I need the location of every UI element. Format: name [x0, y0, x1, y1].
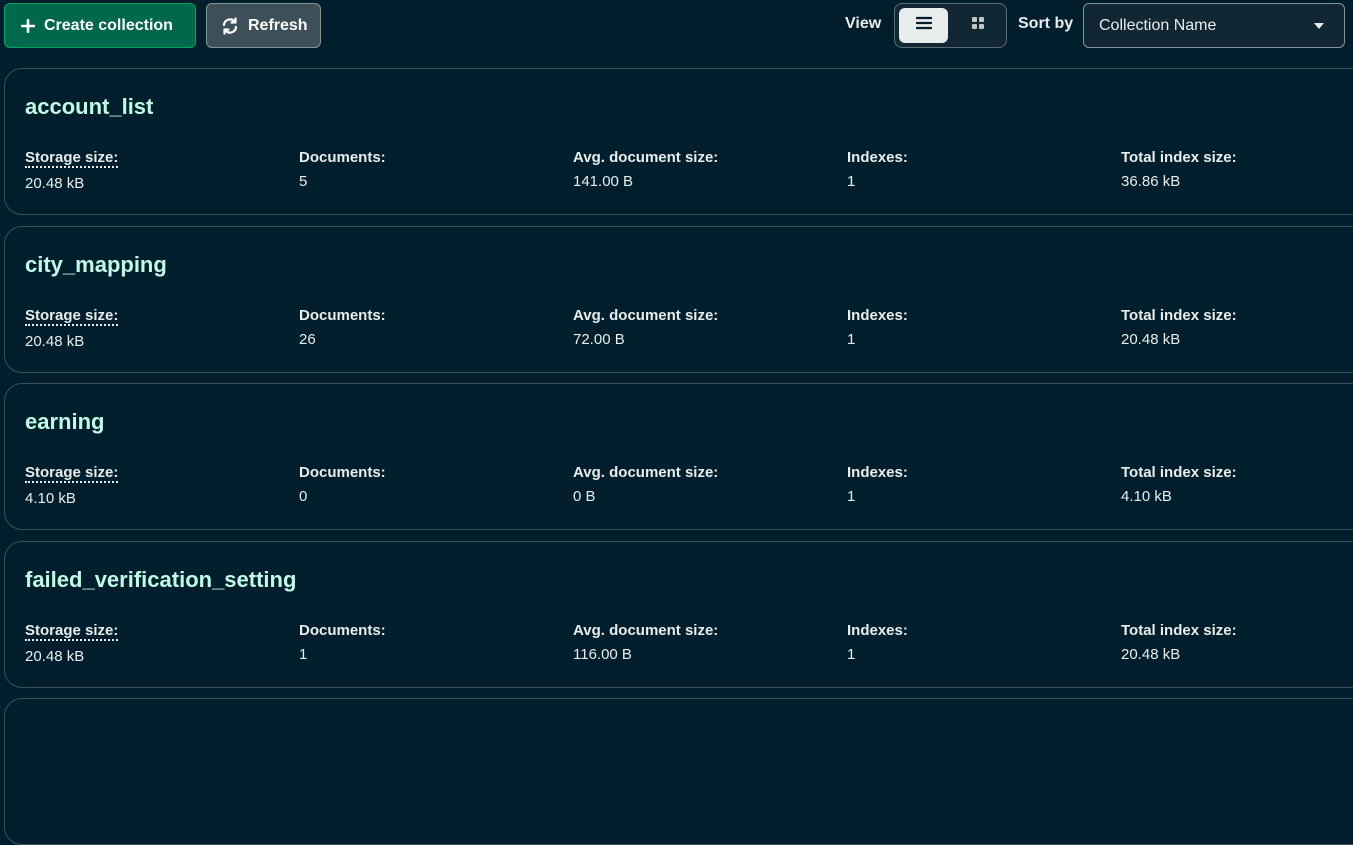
indexes-label: Indexes:: [847, 307, 908, 324]
indexes-value: 1: [847, 331, 856, 348]
documents-label: Documents:: [299, 307, 386, 324]
list-icon: [915, 16, 932, 35]
storage-size-label[interactable]: Storage size:: [25, 149, 119, 168]
view-label: View: [845, 15, 882, 32]
create-collection-label: Create collection: [44, 16, 173, 34]
total-index-size-value: 20.48 kB: [1121, 331, 1181, 348]
documents-value: 1: [299, 646, 308, 663]
avg-document-size-label: Avg. document size:: [573, 464, 719, 481]
storage-size-value: 20.48 kB: [25, 648, 85, 665]
refresh-icon: [221, 16, 239, 35]
caret-down-icon: [1314, 23, 1324, 29]
storage-size-value: 20.48 kB: [25, 333, 85, 350]
grid-icon: [971, 16, 985, 35]
toolbar: Create collection Refresh View Sort by C…: [0, 0, 1353, 50]
avg-document-size-stat: Avg. document size: 116.00 B: [573, 622, 718, 663]
storage-size-stat: Storage size: 20.48 kB: [25, 149, 119, 192]
indexes-label: Indexes:: [847, 149, 908, 166]
avg-document-size-value: 72.00 B: [573, 331, 625, 348]
storage-size-label[interactable]: Storage size:: [25, 622, 119, 641]
sort-by-select[interactable]: Collection Name: [1083, 3, 1345, 48]
indexes-stat: Indexes: 1: [847, 464, 908, 505]
storage-size-stat: Storage size: 20.48 kB: [25, 622, 119, 665]
documents-value: 5: [299, 173, 308, 190]
plus-icon: [21, 18, 35, 33]
documents-label: Documents:: [299, 622, 386, 639]
storage-size-label[interactable]: Storage size:: [25, 307, 119, 326]
total-index-size-stat: Total index size: 36.86 kB: [1121, 149, 1237, 190]
refresh-button[interactable]: Refresh: [206, 3, 321, 48]
storage-size-stat: Storage size: 20.48 kB: [25, 307, 119, 350]
indexes-stat: Indexes: 1: [847, 149, 908, 190]
avg-document-size-label: Avg. document size:: [573, 307, 719, 324]
collection-card[interactable]: [4, 698, 1353, 845]
avg-document-size-stat: Avg. document size: 72.00 B: [573, 307, 718, 348]
view-toggle: [894, 3, 1007, 48]
total-index-size-stat: Total index size: 20.48 kB: [1121, 622, 1237, 663]
documents-stat: Documents: 1: [299, 622, 386, 663]
grid-view-toggle[interactable]: [953, 8, 1002, 43]
indexes-value: 1: [847, 646, 856, 663]
total-index-size-value: 4.10 kB: [1121, 488, 1172, 505]
total-index-size-label: Total index size:: [1121, 464, 1237, 481]
total-index-size-stat: Total index size: 4.10 kB: [1121, 464, 1237, 505]
collection-name[interactable]: city_mapping: [25, 252, 167, 278]
avg-document-size-stat: Avg. document size: 141.00 B: [573, 149, 718, 190]
documents-value: 26: [299, 331, 316, 348]
storage-size-stat: Storage size: 4.10 kB: [25, 464, 119, 507]
avg-document-size-label: Avg. document size:: [573, 149, 719, 166]
collection-name[interactable]: account_list: [25, 94, 153, 120]
refresh-label: Refresh: [248, 16, 308, 34]
sort-by-label: Sort by: [1018, 15, 1074, 32]
avg-document-size-label: Avg. document size:: [573, 622, 719, 639]
documents-stat: Documents: 5: [299, 149, 386, 190]
indexes-stat: Indexes: 1: [847, 307, 908, 348]
storage-size-value: 4.10 kB: [25, 490, 76, 507]
collection-name[interactable]: failed_verification_setting: [25, 567, 296, 593]
list-view-toggle[interactable]: [899, 8, 948, 43]
indexes-value: 1: [847, 173, 856, 190]
avg-document-size-value: 116.00 B: [573, 646, 632, 663]
total-index-size-label: Total index size:: [1121, 622, 1237, 639]
total-index-size-value: 36.86 kB: [1121, 173, 1181, 190]
create-collection-button[interactable]: Create collection: [4, 3, 196, 48]
documents-label: Documents:: [299, 464, 386, 481]
indexes-stat: Indexes: 1: [847, 622, 908, 663]
total-index-size-label: Total index size:: [1121, 307, 1237, 324]
documents-value: 0: [299, 488, 308, 505]
collection-name[interactable]: earning: [25, 409, 104, 435]
documents-stat: Documents: 26: [299, 307, 386, 348]
indexes-label: Indexes:: [847, 464, 908, 481]
indexes-value: 1: [847, 488, 856, 505]
total-index-size-stat: Total index size: 20.48 kB: [1121, 307, 1237, 348]
collection-card[interactable]: earning Storage size: 4.10 kB Documents:…: [4, 383, 1353, 530]
collection-card[interactable]: account_list Storage size: 20.48 kB Docu…: [4, 68, 1353, 215]
storage-size-value: 20.48 kB: [25, 175, 85, 192]
documents-label: Documents:: [299, 149, 386, 166]
total-index-size-label: Total index size:: [1121, 149, 1237, 166]
avg-document-size-value: 141.00 B: [573, 173, 634, 190]
avg-document-size-value: 0 B: [573, 488, 596, 505]
storage-size-label[interactable]: Storage size:: [25, 464, 119, 483]
indexes-label: Indexes:: [847, 622, 908, 639]
avg-document-size-stat: Avg. document size: 0 B: [573, 464, 718, 505]
collection-card[interactable]: city_mapping Storage size: 20.48 kB Docu…: [4, 226, 1353, 373]
collection-card[interactable]: failed_verification_setting Storage size…: [4, 541, 1353, 688]
documents-stat: Documents: 0: [299, 464, 386, 505]
sort-by-value: Collection Name: [1099, 16, 1217, 34]
total-index-size-value: 20.48 kB: [1121, 646, 1181, 663]
